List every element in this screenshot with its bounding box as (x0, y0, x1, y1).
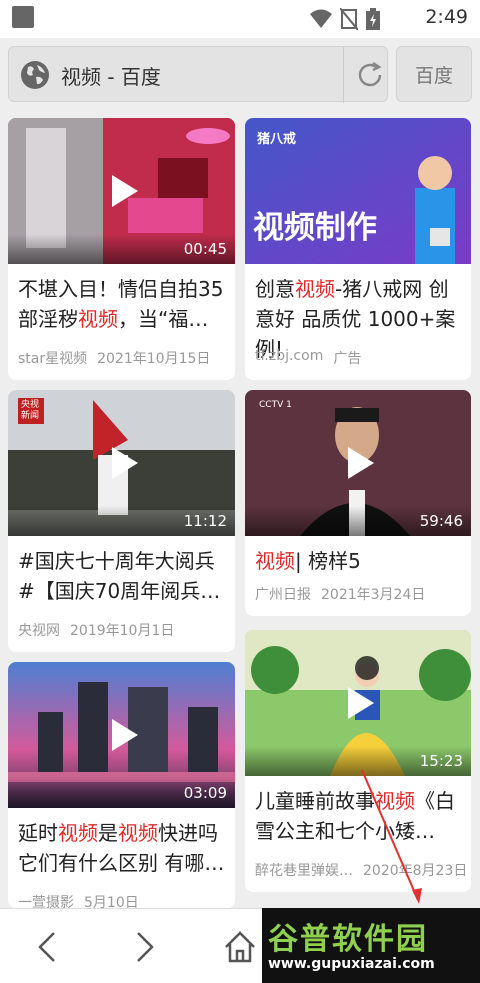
video-card[interactable]: 268万 00:45 不堪入目！情侣自拍35部淫秽视频，当“福… star星视频… (8, 118, 235, 380)
channel-badge: 央视新闻 (18, 398, 44, 424)
ad-meta: tf.zbj.com 广告 (255, 348, 361, 368)
video-meta: star星视频 2021年10月15日 (18, 348, 210, 368)
divider (343, 47, 344, 103)
watermark-title: 谷普软件园 (268, 922, 428, 957)
notification-icon (12, 6, 34, 28)
video-card[interactable]: CCTV 1 8.8万 59:46 视频| 榜样5 广州日报 2021年3月24日 (245, 390, 471, 616)
ad-logo: 猪八戒 (257, 132, 297, 147)
play-icon[interactable] (334, 439, 382, 487)
back-icon[interactable] (28, 927, 68, 967)
address-bar[interactable]: 视频 - 百度 (8, 46, 388, 103)
video-title[interactable]: 不堪入目！情侣自拍35部淫秽视频，当“福… (18, 274, 225, 334)
no-sim-icon (340, 8, 358, 30)
ad-card[interactable]: 猪八戒 视频制作 创意视频-猪八戒网 创意好 品质优 1000+案例! tf.z… (245, 118, 471, 380)
date: 2021年3月24日 (321, 587, 426, 603)
wifi-icon (310, 9, 332, 28)
source: 一萱摄影 (18, 895, 74, 908)
watermark-url: www.gupuxiazai.com (268, 956, 435, 972)
ad-label: 广告 (333, 351, 362, 367)
globe-icon (21, 61, 49, 89)
play-icon[interactable] (334, 679, 382, 727)
source: 广州日报 (255, 587, 311, 603)
status-icons (310, 8, 380, 30)
forward-icon[interactable] (124, 927, 164, 967)
ad-headline: 视频制作 (253, 210, 377, 246)
home-icon[interactable] (220, 927, 260, 967)
play-icon[interactable] (98, 711, 146, 759)
date: 2019年10月1日 (70, 623, 175, 639)
video-card[interactable]: 8.1万 03:09 延时视频是视频快进吗它们有什么区别 有哪… 一萱摄影 5月1… (8, 662, 235, 908)
source: 央视网 (18, 623, 60, 639)
date: 2021年10月15日 (97, 351, 211, 367)
watermark: 谷普软件园 www.gupuxiazai.com (262, 908, 480, 983)
play-icon[interactable] (98, 439, 146, 487)
video-card[interactable]: 央视新闻 33万 11:12 #国庆七十周年大阅兵#【国庆70周年阅兵… 央视网… (8, 390, 235, 652)
video-title[interactable]: 延时视频是视频快进吗它们有什么区别 有哪… (18, 818, 225, 878)
video-meta: 央视网 2019年10月1日 (18, 620, 174, 640)
video-meta: 一萱摄影 5月10日 (18, 892, 139, 908)
video-meta: 广州日报 2021年3月24日 (255, 584, 425, 604)
channel-badge: CCTV 1 (259, 400, 292, 410)
source: tf.zbj.com (255, 348, 324, 364)
video-title[interactable]: 儿童睡前故事视频《白雪公主和七个小矮… (255, 786, 461, 846)
source: star星视频 (18, 351, 88, 367)
status-bar: 2:49 (0, 0, 480, 38)
date: 5月10日 (84, 895, 139, 908)
date: 2020年8月23日 (363, 863, 468, 879)
search-button[interactable]: 百度 (396, 46, 472, 102)
battery-icon (366, 8, 380, 30)
play-icon[interactable] (98, 167, 146, 215)
video-meta: 醉花巷里弹娱… 2020年8月23日 (255, 860, 467, 880)
video-card[interactable]: 85万 15:23 儿童睡前故事视频《白雪公主和七个小矮… 醉花巷里弹娱… 202… (245, 630, 471, 892)
video-title[interactable]: #国庆七十周年大阅兵#【国庆70周年阅兵… (18, 546, 225, 606)
refresh-icon[interactable] (354, 59, 386, 91)
page-title: 视频 - 百度 (61, 65, 161, 89)
clock: 2:49 (425, 6, 468, 28)
video-title[interactable]: 视频| 榜样5 (255, 546, 461, 576)
source: 醉花巷里弹娱… (255, 863, 353, 879)
